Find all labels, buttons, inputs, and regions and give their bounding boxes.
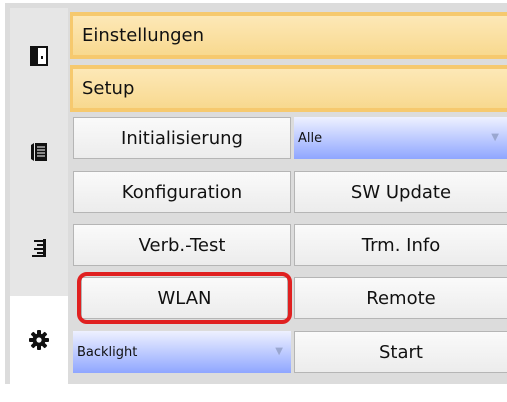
remote-button[interactable]: Remote [294,277,507,319]
list-icon [32,239,46,257]
backlight-select-value: Backlight [77,344,138,360]
initialisierung-button[interactable]: Initialisierung [73,117,291,159]
chevron-down-icon: ▼ [275,346,283,357]
trm-info-button[interactable]: Trm. Info [294,224,507,266]
verb-test-button[interactable]: Verb.-Test [73,224,291,266]
sidebar-item-receipt[interactable] [10,104,68,200]
konfiguration-button[interactable]: Konfiguration [73,171,291,213]
start-button[interactable]: Start [294,331,507,373]
sw-update-button[interactable]: SW Update [294,171,507,213]
chevron-down-icon: ▼ [491,132,499,143]
section-title-bar: Setup [70,65,507,112]
panel-icon [30,46,48,66]
page-title-bar: Einstellungen [70,12,507,59]
backlight-select[interactable]: Backlight ▼ [73,331,291,373]
receipt-icon [31,143,47,161]
sidebar-item-list[interactable] [10,200,68,296]
wlan-highlight [77,272,292,324]
sidebar [10,8,68,384]
gear-icon [29,330,49,350]
scope-select[interactable]: Alle ▼ [294,117,507,159]
page-title: Einstellungen [73,16,507,55]
sidebar-item-settings[interactable] [10,296,68,384]
section-title: Setup [73,69,507,108]
scope-select-value: Alle [298,130,323,146]
sidebar-item-panel[interactable] [10,8,68,104]
